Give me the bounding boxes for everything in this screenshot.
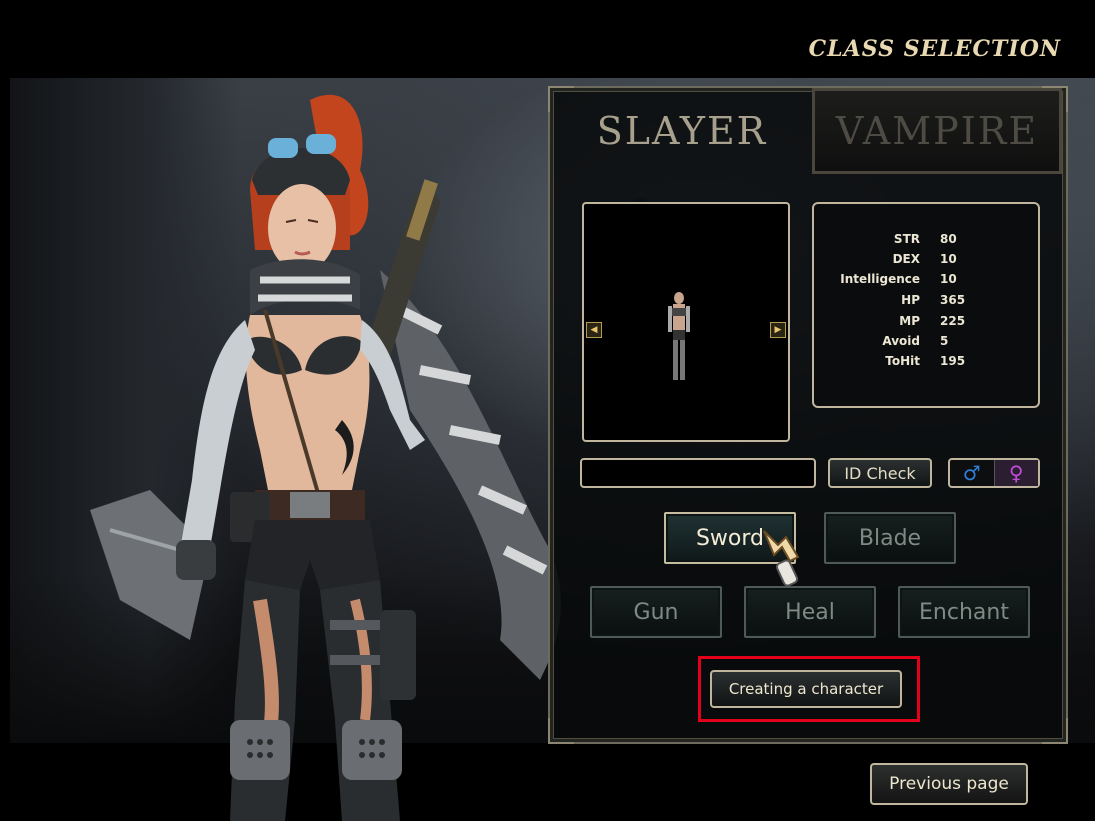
stat-row: DEX 10 [814,252,1038,272]
id-check-button[interactable]: ID Check [828,458,932,488]
female-symbol-icon[interactable]: ♀ [994,460,1038,486]
hand-cursor-icon [763,530,800,587]
stats-panel: STR 80 DEX 10 Intelligence 10 HP 365 MP … [812,202,1040,408]
stat-row: HP 365 [814,293,1038,313]
arrow-right-icon[interactable]: ▶ [770,322,786,338]
panel-corner-ornament [548,718,574,744]
stat-label: Intelligence [840,272,920,286]
stat-label: Avoid [882,334,920,348]
stat-value: 195 [940,354,966,368]
stat-row: Avoid 5 [814,334,1038,354]
stat-row: STR 80 [814,232,1038,252]
panel-corner-ornament [1042,718,1068,744]
character-name-input[interactable] [580,458,816,488]
stat-value: 225 [940,314,966,328]
male-symbol-icon[interactable]: ♂ [950,460,995,486]
previous-page-button[interactable]: Previous page [870,763,1028,805]
stat-label: DEX [892,252,920,266]
stat-label: ToHit [885,354,920,368]
arrow-left-icon[interactable]: ◀ [586,322,602,338]
stat-value: 10 [940,272,957,286]
character-preview: ◀ ▶ [582,202,790,442]
stat-row: ToHit 195 [814,354,1038,374]
stat-row: MP 225 [814,314,1038,334]
stat-value: 10 [940,252,957,266]
create-character-button[interactable]: Creating a character [710,670,902,708]
stat-label: MP [899,314,920,328]
stat-value: 5 [940,334,949,348]
gender-toggle[interactable]: ♂ ♀ [948,458,1040,488]
page-title: CLASS SELECTION [808,36,1061,62]
skill-heal-button[interactable]: Heal [744,586,876,638]
stat-label: HP [901,293,920,307]
tab-vampire[interactable]: VAMPIRE [812,88,1062,174]
stat-value: 365 [940,293,966,307]
stat-row: Intelligence 10 [814,272,1038,292]
stat-label: STR [893,232,920,246]
skill-enchant-button[interactable]: Enchant [898,586,1030,638]
skill-blade-button[interactable]: Blade [824,512,956,564]
stat-value: 80 [940,232,957,246]
character-illustration [90,94,561,821]
character-preview-figure [668,292,690,380]
skill-gun-button[interactable]: Gun [590,586,722,638]
class-selection-panel: SLAYER VAMPIRE ◀ ▶ STR 80 DEX 10 Intelli… [548,86,1068,744]
tab-slayer[interactable]: SLAYER [556,88,808,174]
